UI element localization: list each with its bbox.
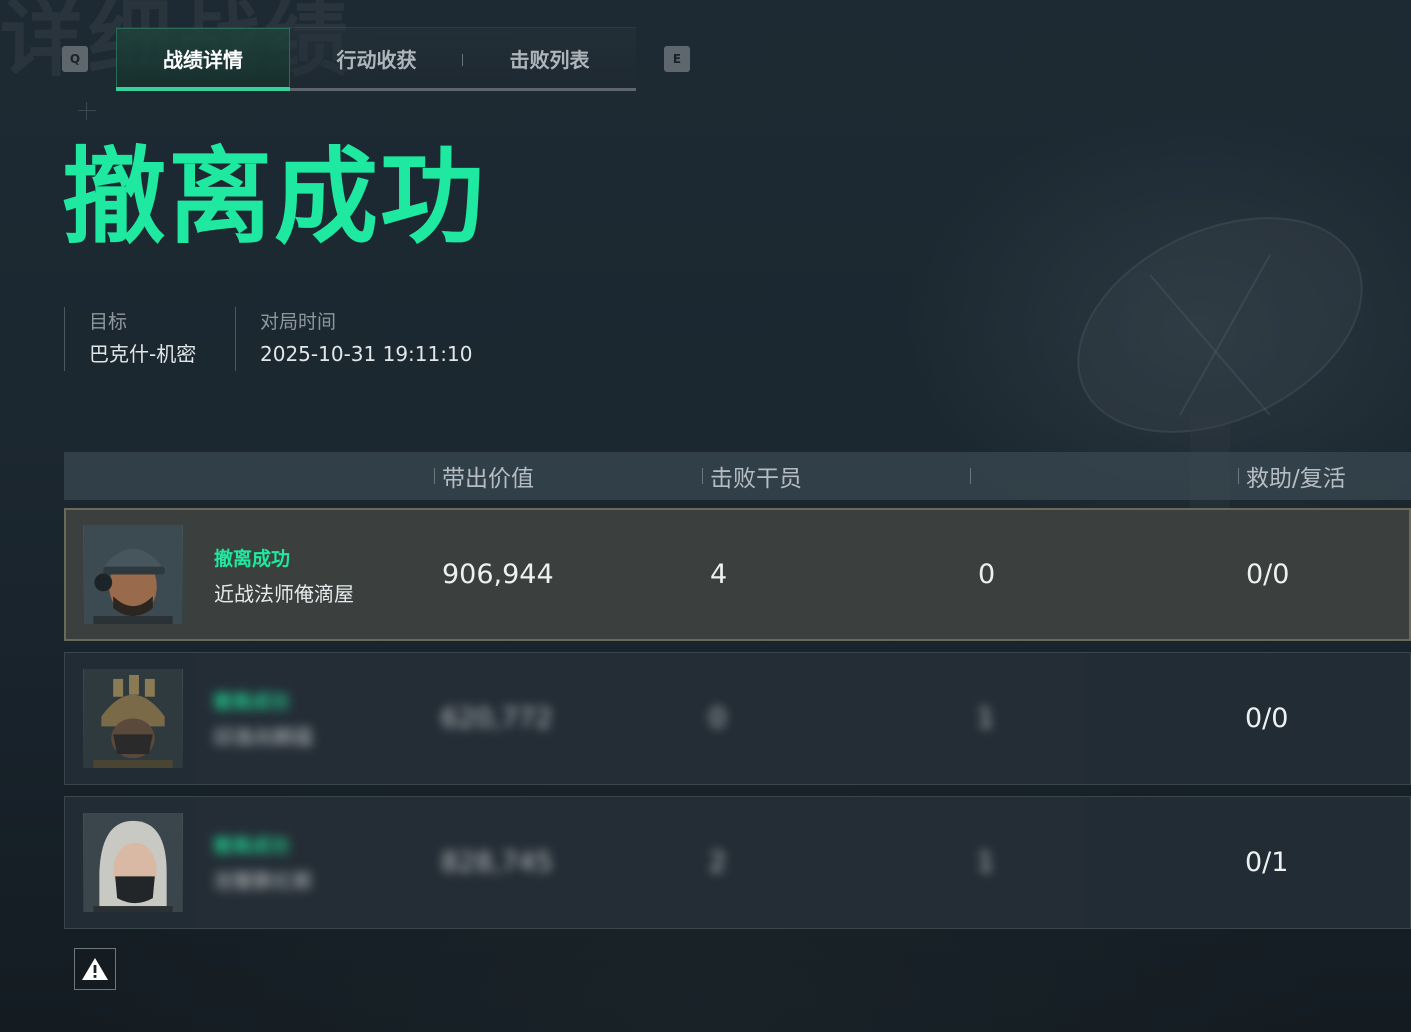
player-name: 邱逸尚麒蕴 [213, 725, 313, 749]
time-value: 2025-10-31 19:11:10 [260, 342, 473, 366]
target-label: 目标 [89, 311, 128, 333]
assist-value: 0/1 [1245, 847, 1289, 878]
row-status: 撤离成功 [214, 548, 291, 570]
obscured-band [195, 653, 1085, 784]
result-title: 撤离成功 [62, 136, 487, 258]
table-row[interactable]: 撤离成功 近战法师俺滴屋 906,944 4 0 0/0 [64, 508, 1411, 641]
extract-value: 620,772 [441, 703, 553, 734]
column-3-value: 1 [977, 703, 995, 734]
obscured-band [195, 797, 1085, 928]
table-header: 带出价值 击败干员 救助/复活 [64, 452, 1411, 500]
warning-icon [82, 958, 108, 980]
key-hint-q[interactable]: Q [62, 46, 88, 72]
kills-value: 0 [709, 703, 727, 734]
header-extract-value: 带出价值 [434, 452, 534, 500]
column-3-value: 0 [978, 559, 996, 590]
tab-kill-list[interactable]: 击败列表 [463, 28, 636, 88]
header-column-3 [970, 452, 978, 500]
player-name: 近战法师俺滴屋 [214, 582, 354, 606]
meta-target: 目标 巴克什-机密 [64, 307, 196, 371]
key-hint-e[interactable]: E [664, 46, 690, 72]
tab-bar: 战绩详情 行动收获 击败列表 [116, 27, 636, 91]
table-row[interactable]: 撤离成功 邱逸尚麒蕴 620,772 0 1 0/0 [64, 652, 1411, 785]
assist-value: 0/0 [1245, 703, 1289, 734]
operator-portrait-icon [83, 813, 183, 912]
avatar [83, 525, 183, 624]
tab-match-details[interactable]: 战绩详情 [116, 28, 290, 91]
assist-value: 0/0 [1246, 559, 1290, 590]
operator-portrait-icon [83, 525, 183, 624]
meta-time: 对局时间 2025-10-31 19:11:10 [235, 307, 472, 371]
header-kills: 击败干员 [702, 452, 802, 500]
kills-value: 4 [710, 559, 728, 590]
extract-value: 906,944 [442, 559, 554, 590]
time-label: 对局时间 [260, 311, 337, 333]
player-name: 泡蟹鹏伦斯 [213, 869, 313, 893]
kills-value: 2 [709, 847, 727, 878]
header-assist-revive: 救助/复活 [1238, 452, 1346, 500]
row-status: 撤离成功 [213, 691, 290, 713]
table-row[interactable]: 撤离成功 泡蟹鹏伦斯 828,745 2 1 0/1 [64, 796, 1411, 929]
avatar [83, 813, 183, 912]
operator-portrait-icon [83, 669, 183, 768]
report-button[interactable] [74, 948, 116, 990]
row-status: 撤离成功 [213, 835, 290, 857]
avatar [83, 669, 183, 768]
crosshair-decoration [78, 102, 96, 120]
target-value: 巴克什-机密 [89, 342, 197, 366]
extract-value: 828,745 [441, 847, 553, 878]
column-3-value: 1 [977, 847, 995, 878]
tab-action-rewards[interactable]: 行动收获 [290, 28, 463, 88]
